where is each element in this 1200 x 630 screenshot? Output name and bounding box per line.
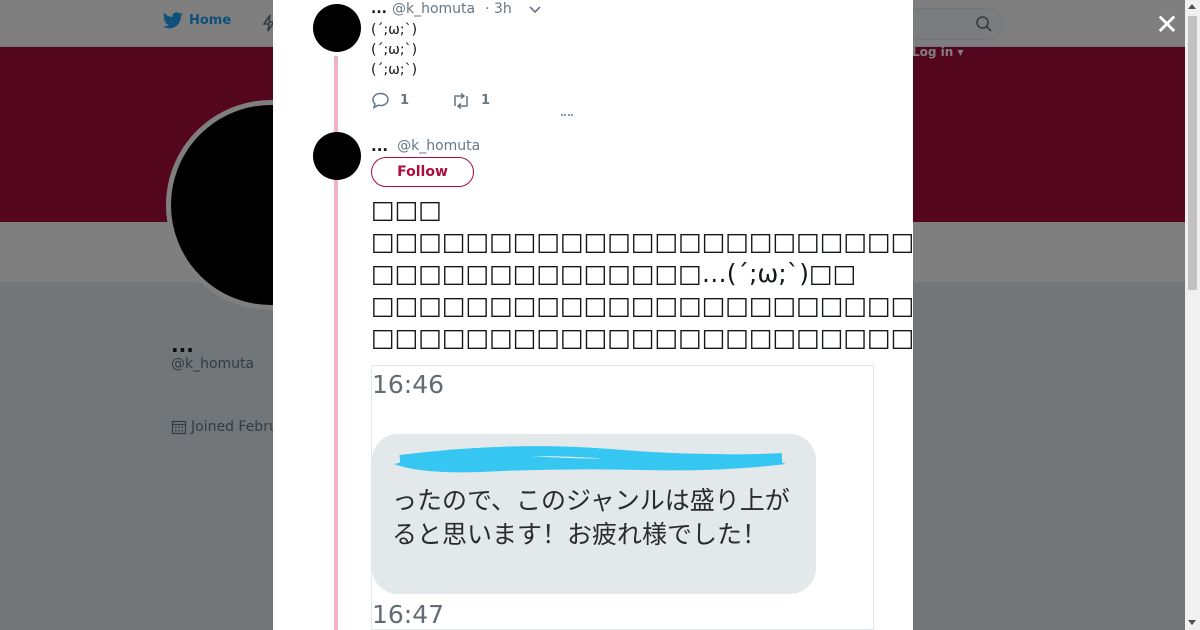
photo-message-text: ったので、このジャンルは盛り上がると思います！お疲れ様でした！: [392, 486, 790, 549]
retweet-icon: [454, 92, 468, 109]
tweet1-author-name[interactable]: ...: [371, 1, 387, 17]
photo-timestamp-2: 16:47: [372, 600, 445, 629]
reply-count: 1: [400, 93, 410, 108]
tweet1-avatar[interactable]: [313, 4, 361, 52]
close-icon[interactable]: ✕: [1154, 11, 1180, 39]
scroll-down-arrow-icon[interactable]: [1188, 620, 1196, 625]
tweet2-photo[interactable]: 16:46 ったので、このジャンルは盛り上がると思います！お疲れ様でした！ 16…: [371, 365, 874, 630]
tweet1-author-handle[interactable]: @k_homuta: [392, 1, 475, 17]
redaction-scribble: [394, 446, 786, 473]
tweet1-timestamp[interactable]: · 3h: [485, 1, 512, 17]
tweet2-header: ... @k_homuta: [371, 137, 480, 155]
tweet2-avatar[interactable]: [313, 132, 361, 180]
photo-timestamp-1: 16:46: [372, 370, 445, 399]
retweet-button[interactable]: 1: [451, 92, 491, 109]
reply-icon: [372, 92, 389, 109]
scrollbar-thumb[interactable]: [1188, 16, 1197, 290]
tweet1-actions: 1 1: [371, 92, 490, 109]
chevron-down-icon[interactable]: [528, 5, 542, 15]
reply-button[interactable]: 1: [371, 92, 409, 109]
retweet-count: 1: [481, 93, 491, 108]
tweet2-author-handle[interactable]: @k_homuta: [397, 138, 480, 154]
scroll-up-arrow-icon[interactable]: [1188, 4, 1196, 9]
tweet1-text: (´;ω;`) (´;ω;`) (´;ω;`): [371, 22, 418, 78]
tweet2-text: □□□ □□□□□□□□□□□□□□□□□□□□□□□ □□□□□□□□□□□□…: [371, 195, 913, 352]
tweet2-author-name[interactable]: ...: [371, 137, 388, 155]
follow-button[interactable]: Follow: [371, 157, 474, 187]
more-replies-indicator[interactable]: [561, 114, 573, 120]
tweet-modal: ... @k_homuta · 3h (´;ω;`) (´;ω;`) (´;ω;…: [273, 0, 913, 630]
page-scrollbar[interactable]: [1185, 0, 1200, 630]
tweet1-header: ... @k_homuta · 3h: [371, 1, 542, 17]
